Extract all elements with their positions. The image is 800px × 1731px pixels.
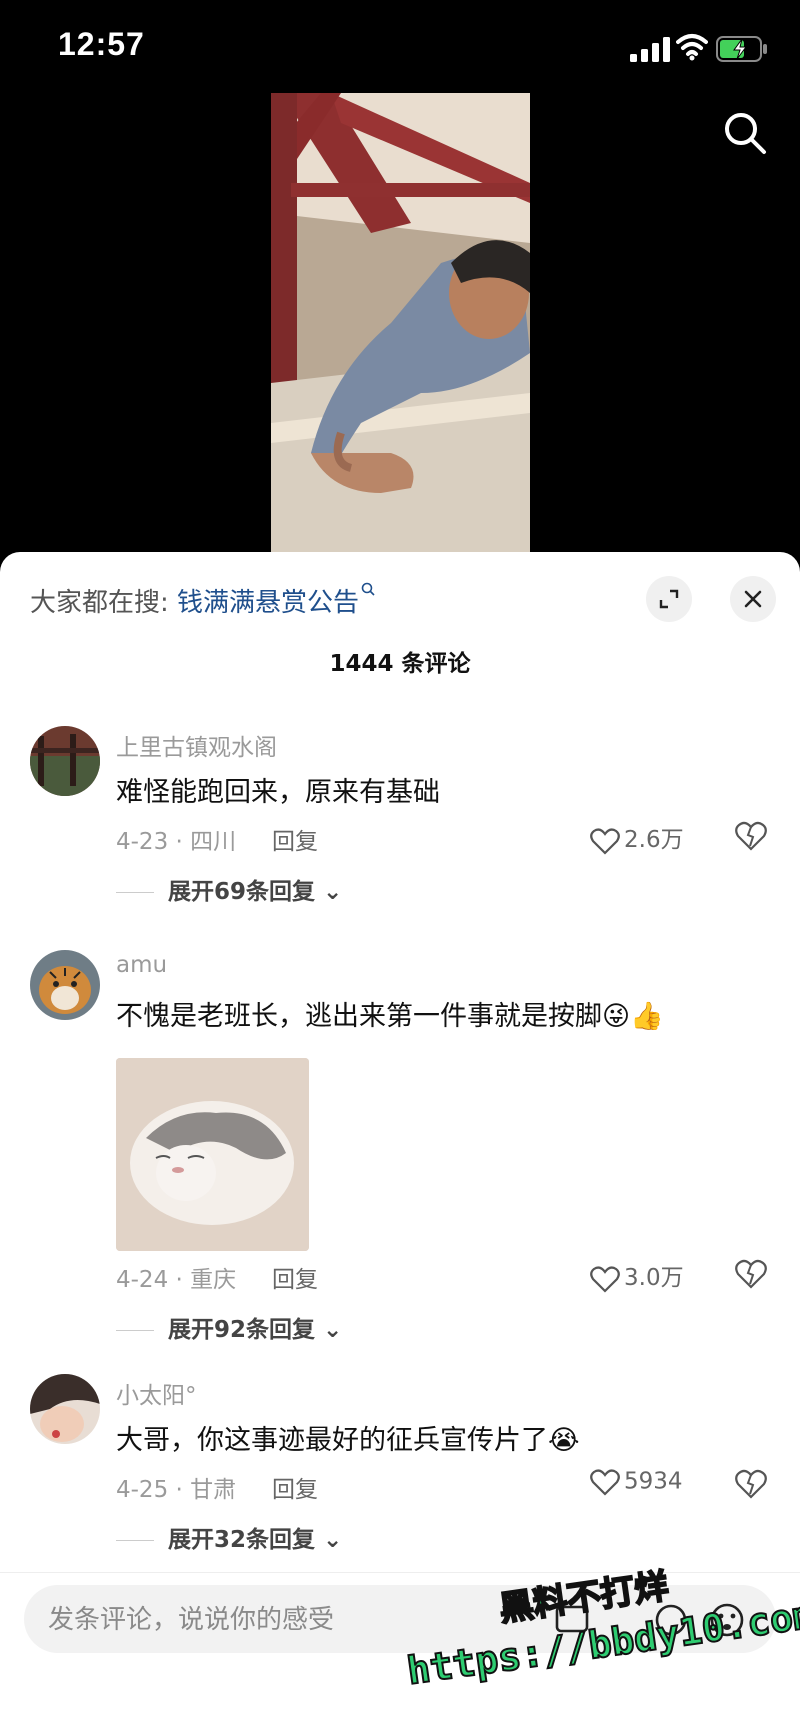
chevron-down-icon: ⌄: [323, 879, 343, 905]
comment-text: 大哥，你这事迹最好的征兵宣传片了😭: [116, 1425, 580, 1456]
like-count: 5934: [624, 1468, 683, 1495]
search-icon[interactable]: [722, 110, 768, 156]
comment-meta: 4-23 · 四川: [116, 829, 237, 855]
chevron-down-icon: ⌄: [323, 1317, 343, 1343]
comment-meta: 4-25 · 甘肃: [116, 1477, 237, 1503]
heart-icon: [590, 1469, 620, 1496]
expand-line: [116, 1330, 154, 1331]
close-button[interactable]: [730, 576, 776, 622]
avatar-image: [30, 950, 100, 1020]
trending-keyword[interactable]: 钱满满悬赏公告: [177, 588, 359, 618]
reply-button[interactable]: 回复: [272, 822, 318, 856]
like-button[interactable]: 2.6万: [590, 820, 684, 855]
avatar[interactable]: [30, 950, 100, 1020]
wifi-icon: [676, 34, 708, 61]
trending-prefix: 大家都在搜:: [30, 588, 169, 618]
video-player[interactable]: [271, 93, 530, 553]
chevron-down-icon: ⌄: [323, 1527, 343, 1553]
expand-line: [116, 892, 154, 893]
comment-meta: 4-24 · 重庆: [116, 1267, 237, 1293]
expand-replies-label: 展开69条回复: [168, 879, 316, 905]
like-count: 3.0万: [624, 1265, 684, 1291]
reply-button[interactable]: 回复: [272, 1470, 318, 1504]
dislike-icon[interactable]: [734, 1468, 768, 1500]
comment-image[interactable]: [116, 1058, 309, 1251]
signal-icon: [630, 37, 670, 62]
expand-replies[interactable]: 展开32条回复 ⌄: [116, 1520, 342, 1554]
username[interactable]: amu: [116, 952, 167, 978]
battery-charging-icon: [716, 36, 767, 62]
username[interactable]: 小太阳°: [116, 1376, 197, 1410]
search-small-icon: [361, 582, 375, 596]
expand-replies-label: 展开92条回复: [168, 1317, 316, 1343]
username[interactable]: 上里古镇观水阁: [116, 728, 277, 762]
comment-text: 难怪能跑回来，原来有基础: [116, 777, 440, 808]
comment-text: 不愧是老班长，逃出来第一件事就是按脚😜👍: [116, 1001, 664, 1032]
status-bar: 12:57: [0, 0, 800, 95]
trending-search[interactable]: 大家都在搜: 钱满满悬赏公告: [30, 582, 375, 619]
kitten-image: [116, 1058, 309, 1251]
dislike-icon[interactable]: [734, 1258, 768, 1290]
expand-replies[interactable]: 展开69条回复 ⌄: [116, 872, 342, 906]
avatar-image: [30, 1374, 100, 1444]
expand-replies-label: 展开32条回复: [168, 1527, 316, 1553]
status-time: 12:57: [58, 26, 145, 62]
expand-icon: [659, 589, 679, 609]
comment-count: 1444 条评论: [329, 651, 471, 677]
avatar-image: [30, 726, 100, 796]
expand-line: [116, 1540, 154, 1541]
reply-button[interactable]: 回复: [272, 1260, 318, 1294]
heart-icon: [590, 1265, 620, 1293]
expand-fullscreen-button[interactable]: [646, 576, 692, 622]
heart-icon: [590, 827, 620, 855]
like-button[interactable]: 5934: [590, 1468, 683, 1496]
expand-replies[interactable]: 展开92条回复 ⌄: [116, 1310, 342, 1344]
dislike-icon[interactable]: [734, 820, 768, 852]
video-frame-image: [271, 93, 530, 553]
close-icon: [744, 590, 762, 608]
like-button[interactable]: 3.0万: [590, 1258, 684, 1293]
avatar[interactable]: [30, 1374, 100, 1444]
like-count: 2.6万: [624, 827, 684, 853]
avatar[interactable]: [30, 726, 100, 796]
